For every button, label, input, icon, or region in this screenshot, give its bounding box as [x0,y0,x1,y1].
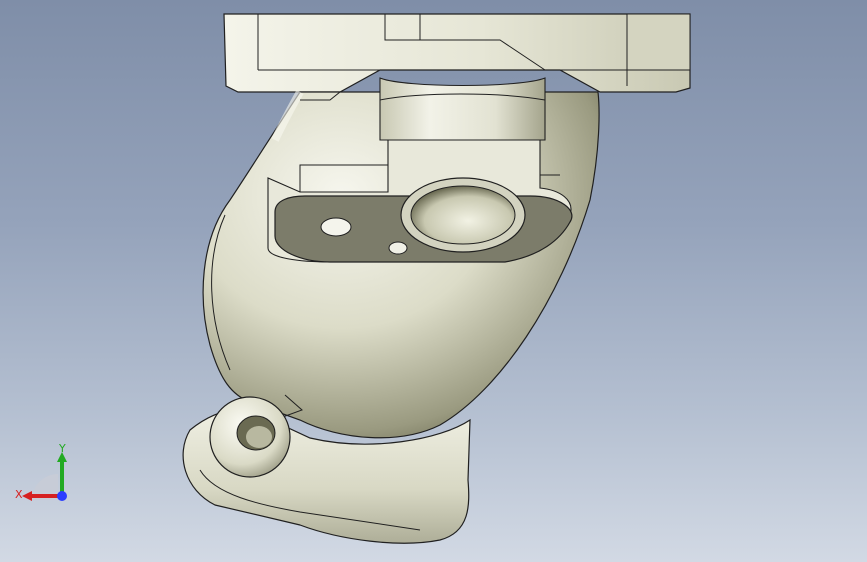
bolt-hole [320,217,352,237]
pin-hole [388,241,408,255]
x-axis-label: X [15,488,23,501]
y-axis-label: Y [58,442,66,455]
graphics-viewport[interactable]: Y X [0,0,867,562]
part-model[interactable] [0,0,867,562]
top-flange[interactable] [223,13,691,93]
orientation-triad: Y X [15,442,67,501]
z-axis-icon [57,491,67,501]
